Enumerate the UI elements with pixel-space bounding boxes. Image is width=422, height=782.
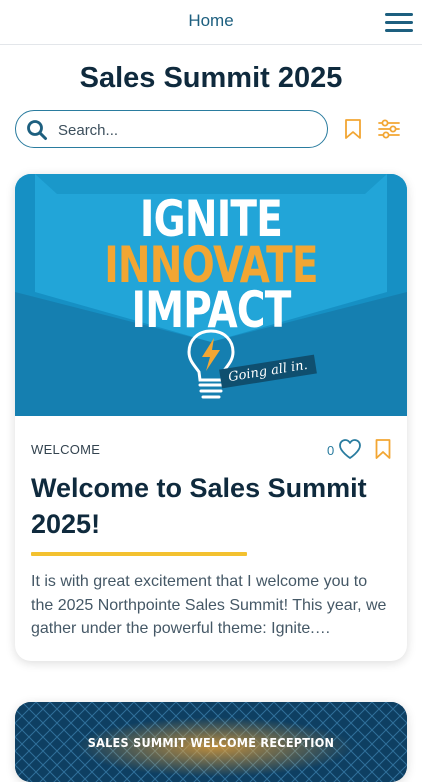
search-bar[interactable] bbox=[15, 110, 328, 148]
bookmark-icon[interactable] bbox=[344, 119, 362, 139]
post-excerpt: It is with great excitement that I welco… bbox=[31, 573, 387, 637]
like-count: 0 bbox=[327, 443, 335, 458]
top-navigation-bar: Home bbox=[0, 0, 422, 45]
header-title: Home bbox=[188, 11, 234, 30]
post-title[interactable]: Welcome to Sales Summit 2025! bbox=[31, 470, 391, 542]
hero-label: SALES SUMMIT WELCOME RECEPTION bbox=[87, 735, 335, 750]
post-category: WELCOME bbox=[31, 442, 101, 457]
filter-sliders-icon[interactable] bbox=[378, 119, 400, 139]
bookmark-icon[interactable] bbox=[375, 439, 391, 459]
post-card[interactable]: IGNITE INNOVATE IMPACT Going all in. WEL… bbox=[15, 174, 407, 661]
search-icon bbox=[27, 120, 47, 140]
heart-icon[interactable] bbox=[338, 438, 362, 460]
search-input[interactable] bbox=[56, 117, 320, 143]
lightbulb-icon bbox=[187, 329, 235, 399]
title-underline bbox=[31, 552, 247, 556]
post-hero-image: IGNITE INNOVATE IMPACT Going all in. bbox=[15, 174, 407, 416]
post-card[interactable]: SALES SUMMIT WELCOME RECEPTION bbox=[15, 702, 407, 782]
page-title: Sales Summit 2025 bbox=[79, 62, 343, 94]
hamburger-menu-icon[interactable] bbox=[385, 13, 413, 33]
